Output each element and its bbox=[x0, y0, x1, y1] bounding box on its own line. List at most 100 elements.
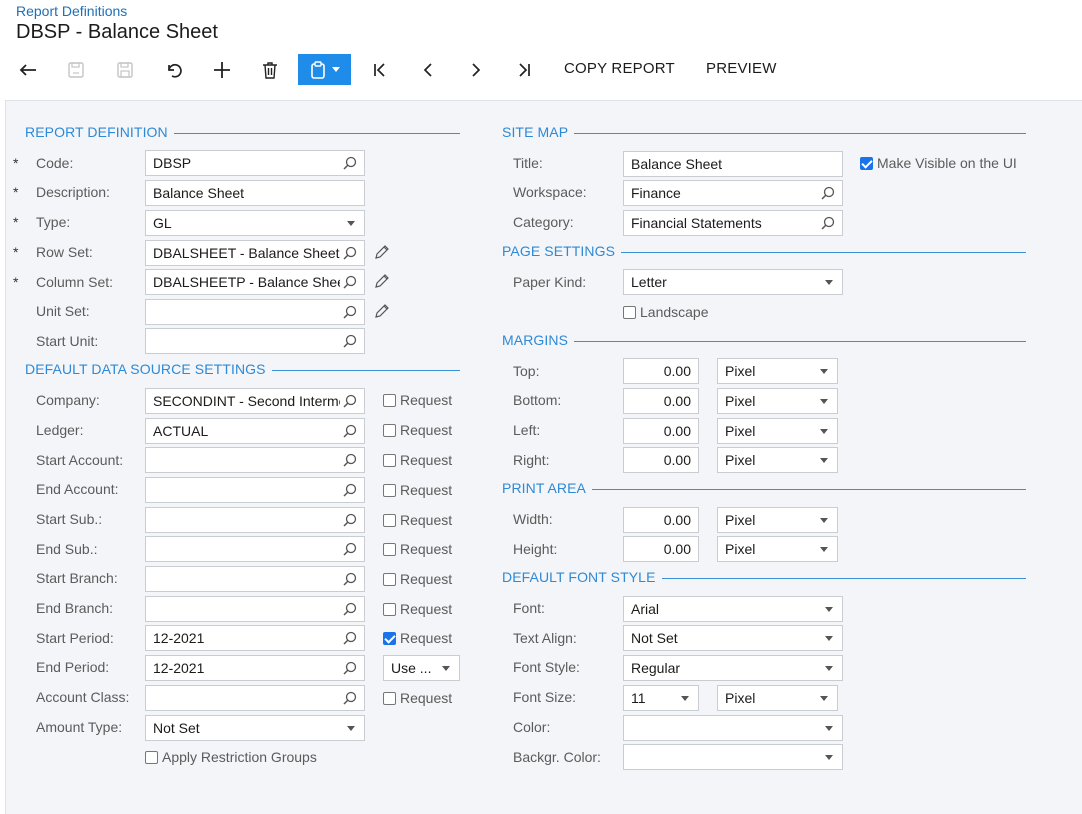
code-field[interactable]: DBSP bbox=[145, 150, 365, 176]
font-select[interactable]: Arial bbox=[623, 596, 843, 622]
search-icon[interactable] bbox=[343, 661, 357, 675]
start-account-field[interactable] bbox=[145, 447, 365, 473]
checkbox-box-checked[interactable] bbox=[860, 156, 873, 170]
checkbox-box[interactable] bbox=[623, 305, 636, 319]
checkbox-box[interactable] bbox=[383, 572, 396, 586]
end-branch-field[interactable] bbox=[145, 596, 365, 622]
category-field[interactable]: Financial Statements bbox=[623, 210, 843, 236]
checkbox-box[interactable] bbox=[145, 750, 158, 764]
delete-button[interactable] bbox=[256, 54, 284, 85]
end-account-request-checkbox[interactable]: Request bbox=[383, 482, 452, 498]
start-account-request-checkbox[interactable]: Request bbox=[383, 452, 452, 468]
margin-left-unit-select[interactable]: Pixel bbox=[717, 418, 838, 444]
clipboard-menu-button[interactable] bbox=[298, 54, 351, 85]
search-icon[interactable] bbox=[343, 394, 357, 408]
add-button[interactable] bbox=[208, 54, 236, 85]
print-width-unit-select[interactable]: Pixel bbox=[717, 507, 838, 533]
checkbox-box[interactable] bbox=[383, 423, 396, 437]
print-height-field[interactable]: 0.00 bbox=[623, 536, 699, 562]
search-icon[interactable] bbox=[343, 453, 357, 467]
margin-right-unit-select[interactable]: Pixel bbox=[717, 447, 838, 473]
save-close-button[interactable] bbox=[62, 54, 90, 85]
margin-left-field[interactable]: 0.00 bbox=[623, 418, 699, 444]
next-record-button[interactable] bbox=[463, 54, 489, 85]
search-icon[interactable] bbox=[343, 156, 357, 170]
margin-top-field[interactable]: 0.00 bbox=[623, 358, 699, 384]
search-icon[interactable] bbox=[343, 631, 357, 645]
previous-record-button[interactable] bbox=[415, 54, 441, 85]
company-field[interactable]: SECONDINT - Second Intermediate bbox=[145, 388, 365, 414]
search-icon[interactable] bbox=[343, 691, 357, 705]
checkbox-box-checked[interactable] bbox=[383, 631, 396, 645]
margin-right-field[interactable]: 0.00 bbox=[623, 447, 699, 473]
search-icon[interactable] bbox=[343, 275, 357, 289]
undo-button[interactable] bbox=[160, 54, 188, 85]
unit-set-field[interactable] bbox=[145, 299, 365, 325]
column-set-field[interactable]: DBALSHEETP - Balance Sheet bbox=[145, 269, 365, 295]
start-sub-request-checkbox[interactable]: Request bbox=[383, 512, 452, 528]
font-size-select[interactable]: 11 bbox=[623, 685, 699, 711]
margin-bottom-field[interactable]: 0.00 bbox=[623, 388, 699, 414]
search-icon[interactable] bbox=[343, 572, 357, 586]
landscape-checkbox[interactable]: Landscape bbox=[623, 304, 709, 320]
paper-kind-select[interactable]: Letter bbox=[623, 269, 843, 295]
save-button[interactable] bbox=[111, 54, 139, 85]
start-branch-request-checkbox[interactable]: Request bbox=[383, 571, 452, 587]
start-period-request-checkbox[interactable]: Request bbox=[383, 630, 452, 646]
search-icon[interactable] bbox=[343, 602, 357, 616]
checkbox-box[interactable] bbox=[383, 691, 396, 705]
preview-button[interactable]: PREVIEW bbox=[706, 60, 777, 77]
start-sub-field[interactable] bbox=[145, 507, 365, 533]
color-select[interactable] bbox=[623, 715, 843, 741]
checkbox-box[interactable] bbox=[383, 602, 396, 616]
text-align-select[interactable]: Not Set bbox=[623, 625, 843, 651]
row-set-field[interactable]: DBALSHEET - Balance Sheet bbox=[145, 240, 365, 266]
ledger-field[interactable]: ACTUAL bbox=[145, 418, 365, 444]
search-icon[interactable] bbox=[821, 216, 835, 230]
search-icon[interactable] bbox=[343, 246, 357, 260]
margin-bottom-unit-select[interactable]: Pixel bbox=[717, 388, 838, 414]
end-account-field[interactable] bbox=[145, 477, 365, 503]
type-select[interactable]: GL bbox=[145, 210, 365, 236]
end-period-field[interactable]: 12-2021 bbox=[145, 655, 365, 681]
start-period-field[interactable]: 12-2021 bbox=[145, 625, 365, 651]
checkbox-box[interactable] bbox=[383, 542, 396, 556]
first-record-button[interactable] bbox=[367, 54, 393, 85]
print-width-field[interactable]: 0.00 bbox=[623, 507, 699, 533]
copy-report-button[interactable]: COPY REPORT bbox=[564, 60, 675, 77]
pencil-icon[interactable] bbox=[374, 274, 389, 289]
checkbox-box[interactable] bbox=[383, 393, 396, 407]
search-icon[interactable] bbox=[343, 513, 357, 527]
amount-type-select[interactable]: Not Set bbox=[145, 715, 365, 741]
font-size-unit-select[interactable]: Pixel bbox=[717, 685, 838, 711]
apply-restriction-checkbox[interactable]: Apply Restriction Groups bbox=[145, 749, 317, 765]
description-field[interactable]: Balance Sheet bbox=[145, 180, 365, 206]
search-icon[interactable] bbox=[343, 542, 357, 556]
ledger-request-checkbox[interactable]: Request bbox=[383, 422, 452, 438]
end-branch-request-checkbox[interactable]: Request bbox=[383, 601, 452, 617]
workspace-field[interactable]: Finance bbox=[623, 180, 843, 206]
print-height-unit-select[interactable]: Pixel bbox=[717, 536, 838, 562]
breadcrumb[interactable]: Report Definitions bbox=[16, 3, 127, 19]
checkbox-box[interactable] bbox=[383, 483, 396, 497]
font-style-select[interactable]: Regular bbox=[623, 655, 843, 681]
start-branch-field[interactable] bbox=[145, 566, 365, 592]
sitemap-title-field[interactable]: Balance Sheet bbox=[623, 151, 843, 177]
account-class-field[interactable] bbox=[145, 685, 365, 711]
last-record-button[interactable] bbox=[511, 54, 537, 85]
search-icon[interactable] bbox=[821, 186, 835, 200]
end-sub-field[interactable] bbox=[145, 536, 365, 562]
account-class-request-checkbox[interactable]: Request bbox=[383, 690, 452, 706]
checkbox-box[interactable] bbox=[383, 453, 396, 467]
start-unit-field[interactable] bbox=[145, 328, 365, 354]
search-icon[interactable] bbox=[343, 424, 357, 438]
search-icon[interactable] bbox=[343, 483, 357, 497]
search-icon[interactable] bbox=[343, 334, 357, 348]
end-sub-request-checkbox[interactable]: Request bbox=[383, 541, 452, 557]
margin-top-unit-select[interactable]: Pixel bbox=[717, 358, 838, 384]
back-button[interactable] bbox=[14, 54, 42, 85]
company-request-checkbox[interactable]: Request bbox=[383, 392, 452, 408]
pencil-icon[interactable] bbox=[374, 245, 389, 260]
make-visible-checkbox[interactable]: Make Visible on the UI bbox=[860, 155, 1017, 171]
checkbox-box[interactable] bbox=[383, 513, 396, 527]
